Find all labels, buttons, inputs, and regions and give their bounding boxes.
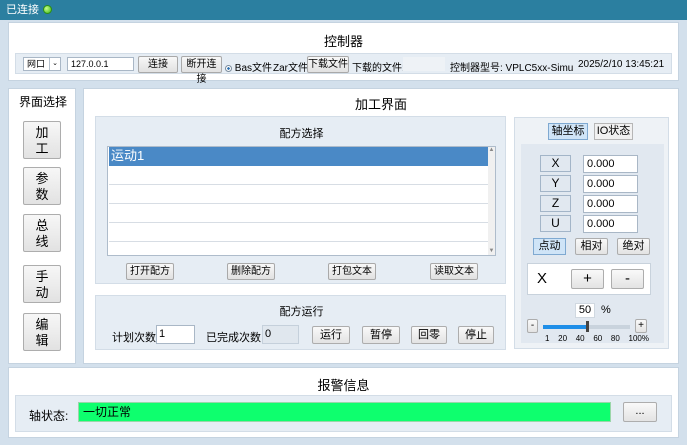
scroll-down-icon[interactable]: ▼ <box>488 248 495 255</box>
jog-axis-label: X <box>537 270 548 287</box>
connection-type-select[interactable]: 网口 ⌄ <box>23 57 61 71</box>
status-label: 已连接 <box>6 4 39 16</box>
stop-button[interactable]: 停止 <box>458 326 494 344</box>
tick-label: 100% <box>628 334 649 343</box>
read-text-button[interactable]: 读取文本 <box>430 263 478 280</box>
ip-input[interactable]: 127.0.0.1 <box>67 57 134 71</box>
nav-item-bus[interactable]: 总 线 <box>23 214 61 252</box>
connection-type-value: 网口 <box>27 59 46 69</box>
radio-selected-icon <box>225 65 232 72</box>
axis-x-value[interactable]: 0.000 <box>583 155 638 173</box>
axis-z-button[interactable]: Z <box>540 195 571 212</box>
nav-panel: 界面选择 加 工 参 数 总 线 手 动 编 辑 <box>8 88 76 364</box>
plan-count-input[interactable]: 1 <box>156 325 195 344</box>
chevron-down-icon: ⌄ <box>49 58 60 70</box>
speed-unit: % <box>601 304 611 316</box>
done-count-field: 0 <box>262 325 299 344</box>
axis-panel: 轴坐标 IO状态 X 0.000 Y 0.000 Z 0.000 U 0.000… <box>514 117 669 349</box>
open-recipe-button[interactable]: 打开配方 <box>126 263 174 280</box>
zar-file-radio[interactable]: Zar文件 <box>273 59 308 74</box>
ip-input-value: 127.0.0.1 <box>71 59 109 69</box>
axis-x-button[interactable]: X <box>540 155 571 172</box>
tick-label: 1 <box>545 334 550 343</box>
done-count-label: 已完成次数 <box>206 332 261 344</box>
list-item[interactable] <box>109 166 489 185</box>
list-item[interactable] <box>109 223 489 242</box>
controller-title: 控制器 <box>323 34 363 49</box>
speed-increase-button[interactable]: + <box>635 319 647 333</box>
scroll-up-icon[interactable]: ▲ <box>488 147 495 154</box>
pause-button[interactable]: 暂停 <box>362 326 400 344</box>
recipe-panel: 配方选择 运动1 ▲ ▼ 打开配方 删除配方 打包文本 读取文本 <box>95 116 506 284</box>
mode-relative-button[interactable]: 相对 <box>575 238 608 255</box>
list-item[interactable]: 运动1 <box>109 147 489 166</box>
speed-slider-fill <box>543 325 587 329</box>
plan-count-value: 1 <box>159 328 166 340</box>
nav-title: 界面选择 <box>18 95 67 109</box>
axis-u-button[interactable]: U <box>540 215 571 232</box>
speed-decrease-button[interactable]: - <box>527 319 538 333</box>
jog-minus-button[interactable]: - <box>611 269 644 289</box>
mode-inch-button[interactable]: 点动 <box>533 238 566 255</box>
axis-u-value[interactable]: 0.000 <box>583 215 638 233</box>
recipe-run-panel: 配方运行 计划次数 1 已完成次数 0 运行 暂停 回零 停止 <box>95 295 506 350</box>
bas-file-label: Bas文件 <box>234 63 273 74</box>
connect-button[interactable]: 连接 <box>138 56 178 73</box>
home-button[interactable]: 回零 <box>411 326 447 344</box>
controller-model: 控制器型号: VPLC5xx-Simu <box>450 63 574 74</box>
recipe-list[interactable]: 运动1 ▲ ▼ <box>107 146 496 256</box>
done-count-value: 0 <box>265 328 272 340</box>
tab-axis-coord[interactable]: 轴坐标 <box>548 123 588 140</box>
recipe-item-label: 运动1 <box>111 148 145 163</box>
nav-item-manual[interactable]: 手 动 <box>23 265 61 303</box>
delete-recipe-button[interactable]: 删除配方 <box>227 263 275 280</box>
nav-item-edit[interactable]: 编 辑 <box>23 313 61 351</box>
tick-label: 20 <box>558 334 568 343</box>
main-panel: 加工界面 配方选择 运动1 ▲ ▼ 打开配方 删除配方 打包文本 读取文本 配方… <box>83 88 679 364</box>
list-item[interactable] <box>109 204 489 223</box>
controller-panel: 控制器 网口 ⌄ 127.0.0.1 连接 断开连接 Bas文件 Zar文件 下… <box>8 22 679 85</box>
alarm-panel: 报警信息 轴状态: 一切正常 ... <box>8 367 679 438</box>
speed-slider[interactable] <box>543 321 630 332</box>
main-title: 加工界面 <box>354 97 407 112</box>
axis-status-field: 一切正常 <box>78 402 611 422</box>
speed-slider-thumb[interactable] <box>585 321 589 332</box>
downloaded-file-label: 下载的文件: <box>352 63 405 74</box>
axis-status-value: 一切正常 <box>83 405 132 419</box>
connected-indicator-icon <box>43 5 52 14</box>
datetime: 2025/2/10 13:45:21 <box>578 59 665 70</box>
run-title: 配方运行 <box>279 306 324 318</box>
nav-item-params[interactable]: 参 数 <box>23 167 61 205</box>
mode-absolute-button[interactable]: 绝对 <box>617 238 650 255</box>
axis-y-value[interactable]: 0.000 <box>583 175 638 193</box>
tick-label: 40 <box>575 334 585 343</box>
tick-label: 80 <box>610 334 620 343</box>
pack-text-button[interactable]: 打包文本 <box>328 263 376 280</box>
speed-value: 50 <box>575 303 595 318</box>
axis-z-value[interactable]: 0.000 <box>583 195 638 213</box>
disconnect-button[interactable]: 断开连接 <box>181 56 222 85</box>
nav-item-process[interactable]: 加 工 <box>23 121 61 159</box>
downloaded-file-field <box>403 57 445 71</box>
status-bar: 已连接 <box>0 0 687 20</box>
more-button[interactable]: ... <box>623 402 657 422</box>
tick-label: 60 <box>593 334 603 343</box>
alarm-title: 报警信息 <box>317 378 370 393</box>
speed-ticks: 1 20 40 60 80 100% <box>545 334 649 344</box>
list-scrollbar[interactable]: ▲ ▼ <box>488 147 495 255</box>
tab-io-status[interactable]: IO状态 <box>594 123 633 140</box>
plan-count-label: 计划次数 <box>112 332 156 344</box>
zar-file-label: Zar文件 <box>273 63 308 74</box>
run-button[interactable]: 运行 <box>312 326 350 344</box>
axis-status-label: 轴状态: <box>29 409 69 423</box>
recipe-title: 配方选择 <box>279 128 324 140</box>
axis-y-button[interactable]: Y <box>540 175 571 192</box>
download-file-button[interactable]: 下载文件 <box>307 56 349 73</box>
bas-file-radio[interactable]: Bas文件 <box>225 59 272 74</box>
jog-plus-button[interactable]: + <box>571 269 604 289</box>
list-item[interactable] <box>109 185 489 204</box>
